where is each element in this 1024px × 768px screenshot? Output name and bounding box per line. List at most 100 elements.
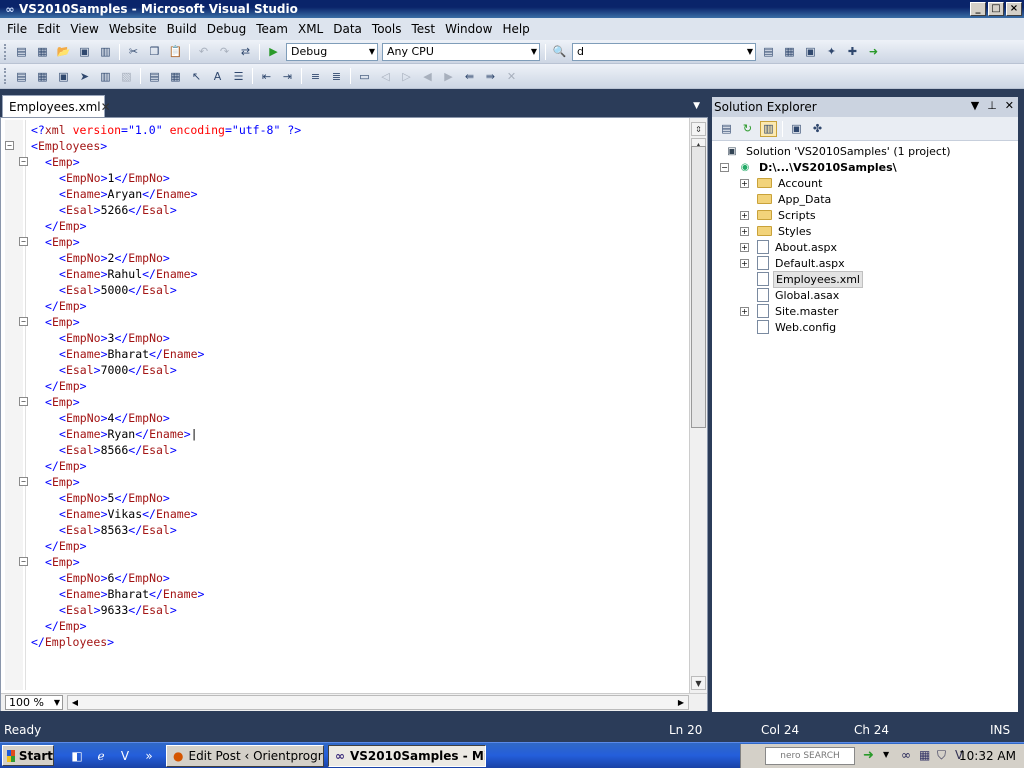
menu-view[interactable]: View — [65, 22, 103, 36]
code-line[interactable]: <EmpNo>6</EmpNo> — [31, 570, 301, 586]
collapse-icon[interactable]: − — [720, 162, 729, 172]
close-tab-icon[interactable]: ✕ — [101, 100, 111, 114]
code-line[interactable]: <Ename>Bharat</Ename> — [31, 346, 301, 362]
code-line[interactable]: <EmpNo>1</EmpNo> — [31, 170, 301, 186]
xml-editor[interactable]: <?xml version="1.0" encoding="utf-8" ?> −… — [0, 117, 708, 711]
toggle-bookmark-icon[interactable]: ▭ — [356, 68, 373, 84]
undo-icon[interactable]: ↶ — [195, 44, 212, 60]
code-line[interactable]: − <Emp> — [19, 394, 301, 410]
code-area[interactable]: <?xml version="1.0" encoding="utf-8" ?> −… — [5, 122, 301, 650]
solution-configuration-select[interactable]: Debug ▼ — [286, 42, 378, 61]
fold-toggle-icon[interactable]: − — [19, 157, 28, 166]
scroll-thumb[interactable] — [691, 146, 706, 428]
internet-explorer-icon[interactable]: ℯ — [92, 747, 110, 765]
menu-tools[interactable]: Tools — [367, 22, 407, 36]
split-handle-icon[interactable]: ⇕ — [691, 122, 706, 136]
code-line[interactable]: <Esal>8563</Esal> — [31, 522, 301, 538]
tray-shield-icon[interactable]: ⛉ — [937, 748, 946, 763]
fold-toggle-icon[interactable]: − — [19, 317, 28, 326]
toolbox-icon[interactable]: ✦ — [823, 44, 840, 60]
close-panel-icon[interactable]: ✕ — [1005, 99, 1014, 112]
start-page-icon[interactable]: ➜ — [865, 44, 882, 60]
clear-bookmarks-icon[interactable]: ✕ — [503, 68, 520, 84]
redo-icon[interactable]: ↷ — [216, 44, 233, 60]
fold-toggle-icon[interactable]: − — [19, 237, 28, 246]
code-line[interactable]: <Ename>Rahul</Ename> — [31, 266, 301, 282]
next-folder-bookmark-icon[interactable]: ▶ — [440, 68, 457, 84]
scroll-left-icon[interactable]: ◀ — [68, 696, 82, 709]
prev-doc-bookmark-icon[interactable]: ⇚ — [461, 68, 478, 84]
bookmark-icon[interactable]: ▤ — [146, 68, 163, 84]
save-icon[interactable]: ▣ — [76, 44, 93, 60]
scroll-down-icon[interactable]: ▼ — [691, 676, 706, 690]
list-icon[interactable]: ☰ — [230, 68, 247, 84]
extension-manager-icon[interactable]: ✚ — [844, 44, 861, 60]
task-visual-studio[interactable]: ∞ VS2010Samples - Mic... — [328, 745, 486, 767]
save-all-icon[interactable]: ▥ — [97, 44, 114, 60]
expand-icon[interactable]: + — [740, 306, 749, 316]
cut-icon[interactable]: ✂ — [125, 44, 142, 60]
open-file-icon[interactable]: 📂 — [55, 44, 72, 60]
active-files-dropdown-icon[interactable]: ▼ — [693, 101, 700, 111]
show-desktop-icon[interactable]: ◧ — [68, 747, 86, 765]
code-line[interactable]: </Emp> — [31, 298, 301, 314]
solution-explorer-icon[interactable]: ▤ — [760, 44, 777, 60]
pin-icon[interactable]: ⊥ — [987, 99, 997, 112]
toolbar-grip[interactable] — [4, 68, 8, 84]
fold-toggle-icon[interactable]: − — [19, 397, 28, 406]
code-line[interactable]: </Emp> — [31, 218, 301, 234]
code-line[interactable]: <Esal>5000</Esal> — [31, 282, 301, 298]
code-line[interactable]: <Ename>Vikas</Ename> — [31, 506, 301, 522]
code-line[interactable]: </Emp> — [31, 618, 301, 634]
start-button[interactable]: Start — [2, 745, 54, 766]
menu-data[interactable]: Data — [328, 22, 367, 36]
code-line[interactable]: − <Employees> — [5, 138, 301, 154]
code-line[interactable]: </Emp> — [31, 458, 301, 474]
start-debugging-icon[interactable]: ▶ — [265, 44, 282, 60]
refresh-icon[interactable]: ↻ — [739, 121, 756, 137]
visual-studio-quicklaunch-icon[interactable]: V — [116, 747, 134, 765]
copy-icon[interactable]: ❐ — [146, 44, 163, 60]
code-line[interactable]: <Esal>9633</Esal> — [31, 602, 301, 618]
add-item-icon[interactable]: ▦ — [34, 44, 51, 60]
horizontal-scrollbar[interactable]: ◀ ▶ — [67, 695, 689, 710]
expand-icon[interactable]: + — [740, 242, 749, 252]
increase-indent-icon[interactable]: ⇥ — [279, 68, 296, 84]
go-icon[interactable]: ➜ — [863, 748, 874, 763]
tree-item[interactable]: Global.asax — [740, 287, 841, 303]
zoom-select[interactable]: 100 % ▼ — [5, 695, 63, 710]
code-line[interactable]: </Employees> — [31, 634, 301, 650]
code-line[interactable]: <Ename>Aryan</Ename> — [31, 186, 301, 202]
tree-item[interactable]: + Default.aspx — [740, 255, 847, 271]
comment-icon[interactable]: ≡ — [307, 68, 324, 84]
schemas-icon[interactable]: ▦ — [34, 68, 51, 84]
code-line[interactable]: <Ename>Bharat</Ename> — [31, 586, 301, 602]
code-line[interactable]: <EmpNo>4</EmpNo> — [31, 410, 301, 426]
tree-solution[interactable]: ▣ Solution 'VS2010Samples' (1 project) — [724, 143, 953, 159]
menu-debug[interactable]: Debug — [202, 22, 251, 36]
fold-toggle-icon[interactable]: − — [19, 557, 28, 566]
tree-item[interactable]: + Scripts — [740, 207, 818, 223]
menu-file[interactable]: File — [2, 22, 32, 36]
expand-icon[interactable]: + — [740, 258, 749, 268]
menu-edit[interactable]: Edit — [32, 22, 65, 36]
view-designer-icon[interactable]: ▣ — [788, 121, 805, 137]
pointer-icon[interactable]: ↖ — [188, 68, 205, 84]
uncomment-icon[interactable]: ≣ — [328, 68, 345, 84]
new-project-icon[interactable]: ▤ — [13, 44, 30, 60]
window-position-icon[interactable]: ▼ — [971, 99, 979, 112]
properties-icon[interactable]: ▤ — [718, 121, 735, 137]
tray-app-icon[interactable]: ▦ — [919, 748, 930, 762]
tree-item[interactable]: + Account — [740, 175, 824, 191]
menu-test[interactable]: Test — [406, 22, 440, 36]
minimize-button[interactable]: _ — [970, 2, 986, 16]
code-line[interactable]: − <Emp> — [19, 234, 301, 250]
code-line[interactable]: − <Emp> — [19, 314, 301, 330]
xslt-icon[interactable]: ▣ — [55, 68, 72, 84]
vertical-scrollbar[interactable]: ⇕ ▲ ▼ — [689, 118, 707, 694]
task-firefox[interactable]: ● Edit Post ‹ Orientprogra... — [166, 745, 324, 767]
tree-item[interactable]: Web.config — [740, 319, 838, 335]
tree-item[interactable]: + Styles — [740, 223, 813, 239]
code-line[interactable]: <Esal>7000</Esal> — [31, 362, 301, 378]
tree-item[interactable]: Employees.xml — [740, 270, 863, 288]
